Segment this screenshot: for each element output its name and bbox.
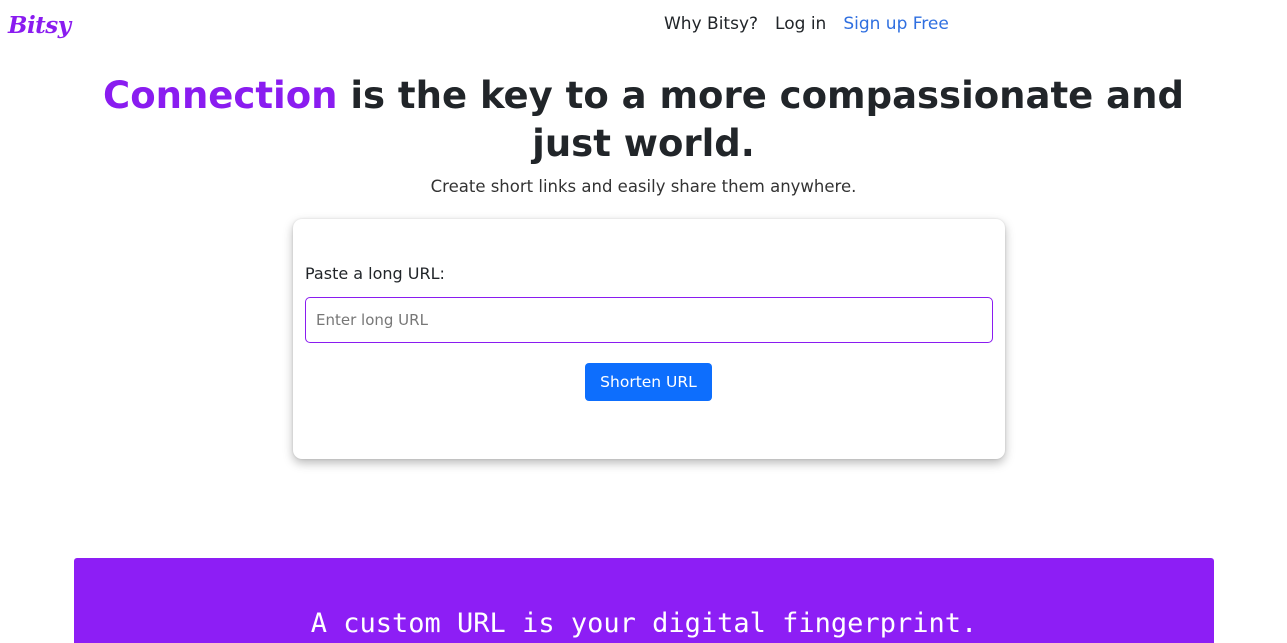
shorten-card: Paste a long URL: Shorten URL	[293, 219, 1005, 459]
nav-link-log-in[interactable]: Log in	[775, 14, 826, 34]
logo[interactable]: Bitsy	[8, 12, 71, 39]
nav-link-why-bitsy[interactable]: Why Bitsy?	[664, 14, 758, 34]
banner-text: A custom URL is your digital fingerprint…	[310, 608, 978, 639]
long-url-input[interactable]	[305, 297, 993, 343]
promo-banner: A custom URL is your digital fingerprint…	[74, 558, 1214, 643]
hero-subtitle: Create short links and easily share them…	[430, 177, 857, 196]
hero-title-accent: Connection	[103, 74, 338, 117]
page: Bitsy Why Bitsy? Log in Sign up Free Con…	[0, 0, 1287, 643]
hero-title: Connection is the key to a more compassi…	[100, 72, 1187, 168]
hero-title-rest: is the key to a more compassionate and j…	[337, 74, 1184, 165]
shorten-url-button[interactable]: Shorten URL	[585, 363, 712, 401]
url-label: Paste a long URL:	[305, 264, 445, 283]
nav-link-sign-up[interactable]: Sign up Free	[843, 14, 949, 34]
top-nav: Why Bitsy? Log in Sign up Free	[664, 14, 949, 34]
